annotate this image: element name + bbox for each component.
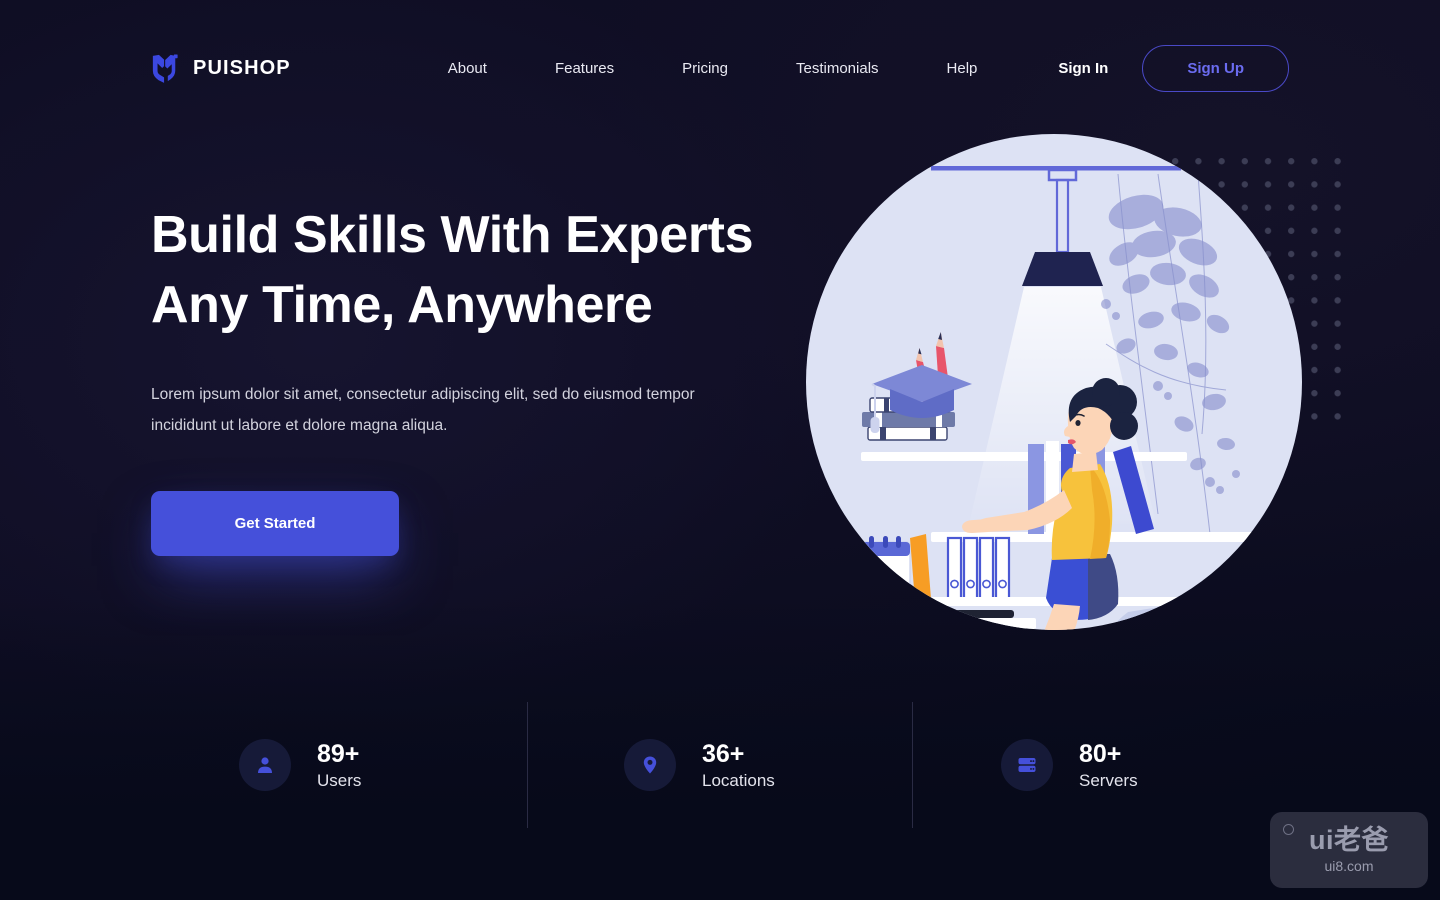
nav-item-help[interactable]: Help [913,60,1012,77]
subcopy-line-1: Lorem ipsum dolor sit amet, consectetur … [151,386,643,404]
hero-subcopy: Lorem ipsum dolor sit amet, consectetur … [151,379,696,441]
brand-name: PUISHOP [193,56,291,79]
stat-users: 89+ Users [151,739,527,791]
stat-label-users: Users [317,770,362,790]
main-navigation: About Features Pricing Testimonials Help [448,60,1012,77]
headline-line-2: Any Time, Anywhere [151,276,653,335]
stat-locations: 36+ Locations [528,739,912,791]
server-stack-icon [1018,758,1036,772]
nav-item-pricing[interactable]: Pricing [648,60,762,77]
stat-value-locations: 36+ [702,739,745,768]
stat-value-users: 89+ [317,739,360,768]
auth-actions: Sign In Sign Up [1058,44,1289,92]
stats-bar: 89+ Users 36+ Locations 80+ Servers [151,700,1289,830]
hero-illustration [806,134,1302,630]
nav-item-features[interactable]: Features [521,60,648,77]
sign-in-link[interactable]: Sign In [1058,60,1142,77]
map-pin-icon [643,756,657,774]
stat-value-servers: 80+ [1079,739,1122,768]
stat-text-users: 89+ Users [317,739,362,790]
stat-text-locations: 36+ Locations [702,739,775,790]
stat-servers: 80+ Servers [913,739,1289,791]
user-icon [258,757,272,773]
nav-item-testimonials[interactable]: Testimonials [762,60,913,77]
stat-text-servers: 80+ Servers [1079,739,1138,790]
page-title: Build Skills With Experts Any Time, Anyw… [151,200,791,340]
watermark-url: ui8.com [1324,858,1374,874]
stat-icon-wrap-locations [624,739,676,791]
hero-copy: Build Skills With Experts Any Time, Anyw… [151,200,791,557]
stat-icon-wrap-users [239,739,291,791]
headline-line-1: Build Skills With Experts [151,206,754,264]
site-header: PUISHOP About Features Pricing Testimoni… [0,0,1440,136]
sign-up-button[interactable]: Sign Up [1142,44,1289,92]
nav-item-about[interactable]: About [448,60,521,77]
watermark-title: ui老爸 [1309,825,1389,855]
page-background: PUISHOP About Features Pricing Testimoni… [0,0,1440,900]
get-started-button[interactable]: Get Started [151,491,399,557]
stat-icon-wrap-servers [1001,739,1053,791]
stat-label-locations: Locations [702,770,775,790]
watermark-circle-icon [1283,824,1294,835]
stat-label-servers: Servers [1079,770,1138,790]
watermark-badge: ui老爸 ui8.com [1270,812,1428,888]
brand-logo[interactable]: PUISHOP [151,53,291,83]
m-shield-logo-icon [152,54,178,83]
